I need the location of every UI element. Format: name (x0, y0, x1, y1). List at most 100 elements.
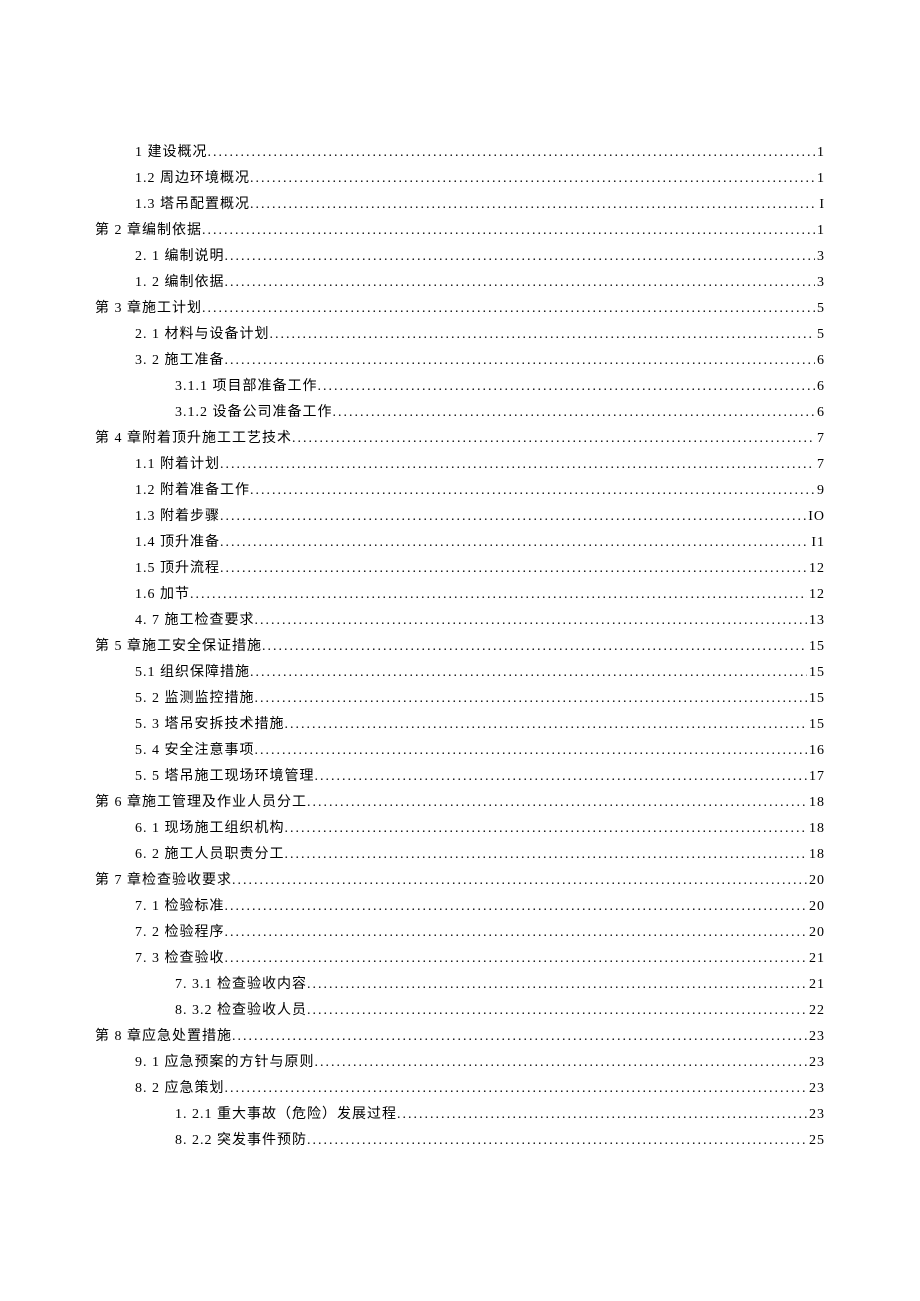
toc-entry[interactable]: 5. 4 安全注意事项 16 (95, 738, 825, 764)
toc-leader-dots (333, 400, 816, 426)
toc-entry[interactable]: 8. 2.2 突发事件预防 25 (95, 1128, 825, 1154)
toc-entry[interactable]: 第 6 章施工管理及作业人员分工 18 (95, 790, 825, 816)
toc-leader-dots (318, 374, 816, 400)
toc-entry-label: 3.1.1 项目部准备工作 (175, 374, 318, 400)
toc-entry[interactable]: 8. 3.2 检查验收人员 22 (95, 998, 825, 1024)
toc-entry-page: 22 (807, 998, 825, 1024)
toc-entry-label: 3.1.2 设备公司准备工作 (175, 400, 333, 426)
toc-entry-page: 20 (807, 894, 825, 920)
toc-entry-label: 7. 3 检查验收 (135, 946, 225, 972)
toc-entry-page: 17 (807, 764, 825, 790)
toc-entry[interactable]: 5. 5 塔吊施工现场环境管理 17 (95, 764, 825, 790)
toc-entry[interactable]: 3. 2 施工准备 6 (95, 348, 825, 374)
toc-leader-dots (255, 738, 808, 764)
toc-entry-page: 6 (815, 400, 825, 426)
toc-entry[interactable]: 1.6 加节12 (95, 582, 825, 608)
toc-entry-label: 5. 4 安全注意事项 (135, 738, 255, 764)
toc-entry-page: IO (806, 504, 825, 530)
toc-entry-page: 1 (815, 166, 825, 192)
toc-entry[interactable]: 第 5 章施工安全保证措施 15 (95, 634, 825, 660)
toc-entry[interactable]: 5. 3 塔吊安拆技术措施 15 (95, 712, 825, 738)
toc-entry[interactable]: 1.2 周边环境概况 1 (95, 166, 825, 192)
toc-entry[interactable]: 7. 3 检查验收 21 (95, 946, 825, 972)
toc-entry[interactable]: 9. 1 应急预案的方针与原则 23 (95, 1050, 825, 1076)
toc-entry[interactable]: 1.5 顶升流程12 (95, 556, 825, 582)
toc-entry-page: 18 (807, 816, 825, 842)
toc-leader-dots (190, 582, 807, 608)
toc-entry[interactable]: 1.3 塔吊配置概况I (95, 192, 825, 218)
toc-entry-label: 1. 2 编制依据 (135, 270, 225, 296)
toc-leader-dots (262, 634, 807, 660)
toc-leader-dots (220, 452, 815, 478)
toc-entry-label: 7. 1 检验标准 (135, 894, 225, 920)
toc-entry-label: 第 7 章检查验收要求 (95, 868, 232, 894)
toc-leader-dots (270, 322, 816, 348)
toc-entry-label: 1.2 附着准备工作 (135, 478, 250, 504)
toc-leader-dots (315, 1050, 808, 1076)
toc-entry-label: 1.3 塔吊配置概况 (135, 192, 250, 218)
toc-leader-dots (250, 478, 815, 504)
toc-leader-dots (285, 712, 808, 738)
toc-leader-dots (292, 426, 815, 452)
toc-entry[interactable]: 第 8 章应急处置措施 23 (95, 1024, 825, 1050)
toc-entry-page: 21 (807, 972, 825, 998)
toc-entry-page: 15 (807, 634, 825, 660)
toc-entry[interactable]: 1.3 附着步骤IO (95, 504, 825, 530)
toc-entry[interactable]: 1. 2 编制依据 3 (95, 270, 825, 296)
toc-leader-dots (225, 270, 816, 296)
toc-entry[interactable]: 3.1.1 项目部准备工作 6 (95, 374, 825, 400)
toc-entry[interactable]: 3.1.2 设备公司准备工作 6 (95, 400, 825, 426)
toc-entry[interactable]: 6. 2 施工人员职责分工 18 (95, 842, 825, 868)
toc-entry[interactable]: 7. 3.1 检查验收内容 21 (95, 972, 825, 998)
toc-entry-label: 1.2 周边环境概况 (135, 166, 250, 192)
toc-entry-label: 1.4 顶升准备 (135, 530, 220, 556)
toc-leader-dots (250, 166, 815, 192)
toc-entry[interactable]: 第 7 章检查验收要求 20 (95, 868, 825, 894)
toc-entry[interactable]: 1.1 附着计划 7 (95, 452, 825, 478)
toc-leader-dots (208, 140, 816, 166)
toc-entry[interactable]: 第 4 章附着顶升施工工艺技术 7 (95, 426, 825, 452)
toc-entry-label: 8. 2 应急策划 (135, 1076, 225, 1102)
toc-entry[interactable]: 2. 1 编制说明 3 (95, 244, 825, 270)
toc-entry-label: 1 建设概况 (135, 140, 208, 166)
toc-entry-label: 第 3 章施工计划 (95, 296, 202, 322)
toc-leader-dots (307, 790, 807, 816)
toc-entry-label: 1. 2.1 重大事故（危险）发展过程 (175, 1102, 397, 1128)
toc-entry-page: 18 (807, 790, 825, 816)
toc-entry-page: 20 (807, 920, 825, 946)
toc-leader-dots (220, 556, 807, 582)
toc-entry-page: 23 (807, 1024, 825, 1050)
toc-entry[interactable]: 1.4 顶升准备 I1 (95, 530, 825, 556)
toc-entry-page: 15 (807, 686, 825, 712)
toc-leader-dots (307, 1128, 807, 1154)
toc-leader-dots (225, 946, 808, 972)
toc-leader-dots (232, 1024, 807, 1050)
toc-entry[interactable]: 1.2 附着准备工作9 (95, 478, 825, 504)
toc-entry[interactable]: 1 建设概况1 (95, 140, 825, 166)
toc-entry-page: I1 (809, 530, 825, 556)
toc-entry-label: 8. 2.2 突发事件预防 (175, 1128, 307, 1154)
toc-entry[interactable]: 7. 1 检验标准 20 (95, 894, 825, 920)
toc-leader-dots (255, 608, 808, 634)
toc-entry-label: 1.5 顶升流程 (135, 556, 220, 582)
toc-entry-label: 5.1 组织保障措施 (135, 660, 250, 686)
toc-leader-dots (225, 244, 816, 270)
toc-entry[interactable]: 6. 1 现场施工组织机构 18 (95, 816, 825, 842)
toc-entry[interactable]: 第 2 章编制依据 1 (95, 218, 825, 244)
toc-entry[interactable]: 第 3 章施工计划 5 (95, 296, 825, 322)
toc-leader-dots (232, 868, 807, 894)
toc-entry-page: 12 (807, 582, 825, 608)
toc-entry-label: 4. 7 施工检查要求 (135, 608, 255, 634)
toc-entry-label: 6. 2 施工人员职责分工 (135, 842, 285, 868)
toc-entry[interactable]: 1. 2.1 重大事故（危险）发展过程 23 (95, 1102, 825, 1128)
toc-entry[interactable]: 8. 2 应急策划 23 (95, 1076, 825, 1102)
toc-entry[interactable]: 5. 2 监测监控措施 15 (95, 686, 825, 712)
toc-entry[interactable]: 7. 2 检验程序 20 (95, 920, 825, 946)
toc-entry[interactable]: 2. 1 材料与设备计划 5 (95, 322, 825, 348)
toc-entry[interactable]: 5.1 组织保障措施15 (95, 660, 825, 686)
toc-entry-page: 23 (807, 1050, 825, 1076)
toc-entry[interactable]: 4. 7 施工检查要求 13 (95, 608, 825, 634)
toc-leader-dots (285, 816, 808, 842)
toc-entry-page: 3 (815, 244, 825, 270)
toc-entry-label: 第 5 章施工安全保证措施 (95, 634, 262, 660)
